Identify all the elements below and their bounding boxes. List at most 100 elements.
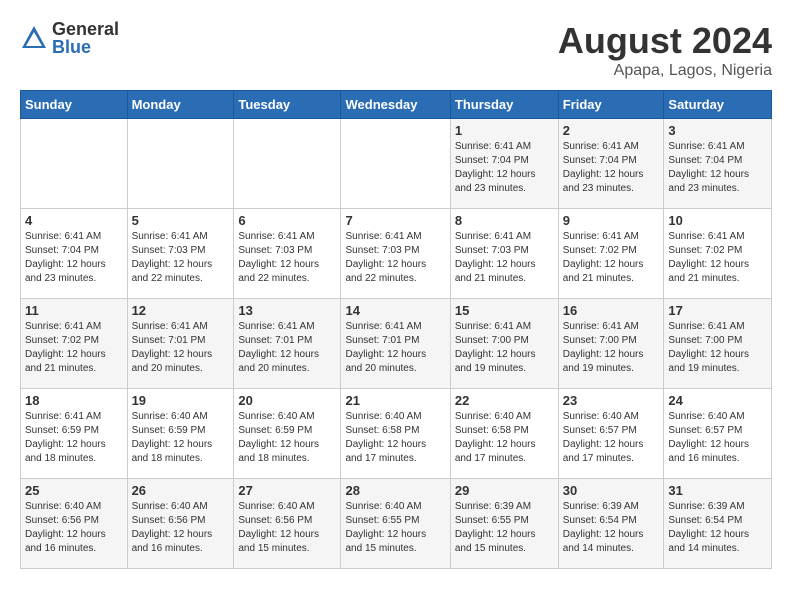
day-number: 30 [563, 483, 660, 498]
cell-info: Sunrise: 6:39 AM Sunset: 6:54 PM Dayligh… [668, 500, 767, 556]
calendar-cell: 17Sunrise: 6:41 AM Sunset: 7:00 PM Dayli… [664, 299, 772, 389]
cell-info: Sunrise: 6:41 AM Sunset: 7:00 PM Dayligh… [455, 320, 554, 376]
cell-info: Sunrise: 6:41 AM Sunset: 7:03 PM Dayligh… [345, 230, 445, 286]
day-number: 7 [345, 213, 445, 228]
day-number: 11 [25, 303, 123, 318]
header-cell-sunday: Sunday [21, 91, 128, 119]
logo-blue: Blue [52, 38, 119, 56]
calendar-cell: 27 Sunrise: 6:40 AM Sunset: 6:56 PM Dayli… [234, 479, 341, 569]
header-cell-monday: Monday [127, 91, 234, 119]
day-number: 2 [563, 123, 660, 138]
calendar-cell: 3Sunrise: 6:41 AM Sunset: 7:04 PM Daylig… [664, 119, 772, 209]
cell-info: Sunrise: 6:41 AM Sunset: 7:04 PM Dayligh… [563, 140, 660, 196]
location: Apapa, Lagos, Nigeria [558, 62, 772, 80]
day-number: 24 [668, 393, 767, 408]
day-number: 31 [668, 483, 767, 498]
day-number: 10 [668, 213, 767, 228]
cell-info: Sunrise: 6:40 AM Sunset: 6:58 PM Dayligh… [455, 410, 554, 466]
calendar-cell: 5Sunrise: 6:41 AM Sunset: 7:03 PM Daylig… [127, 209, 234, 299]
calendar-cell: 1 Sunrise: 6:41 AM Sunset: 7:04 PM Daylig… [450, 119, 558, 209]
day-number: 22 [455, 393, 554, 408]
calendar-cell: 7 Sunrise: 6:41 AM Sunset: 7:03 PM Daylig… [341, 209, 450, 299]
header-cell-saturday: Saturday [664, 91, 772, 119]
calendar-cell: 9 Sunrise: 6:41 AM Sunset: 7:02 PM Daylig… [558, 209, 664, 299]
calendar-cell: 30 Sunrise: 6:39 AM Sunset: 6:54 PM Dayli… [558, 479, 664, 569]
cell-info: Sunrise: 6:40 AM Sunset: 6:56 PM Dayligh… [132, 500, 230, 556]
cell-info: Sunrise: 6:40 AM Sunset: 6:59 PM Dayligh… [132, 410, 230, 466]
day-number: 27 [238, 483, 336, 498]
day-number: 19 [132, 393, 230, 408]
calendar-cell: 22 Sunrise: 6:40 AM Sunset: 6:58 PM Dayli… [450, 389, 558, 479]
calendar-cell: 4 Sunrise: 6:41 AM Sunset: 7:04 PM Daylig… [21, 209, 128, 299]
cell-info: Sunrise: 6:40 AM Sunset: 6:57 PM Dayligh… [668, 410, 767, 466]
logo[interactable]: General Blue [20, 20, 119, 56]
day-number: 25 [25, 483, 123, 498]
cell-info: Sunrise: 6:41 AM Sunset: 7:00 PM Dayligh… [563, 320, 660, 376]
calendar-cell [341, 119, 450, 209]
day-number: 28 [345, 483, 445, 498]
cell-info: Sunrise: 6:40 AM Sunset: 6:56 PM Dayligh… [238, 500, 336, 556]
calendar-cell: 6 Sunrise: 6:41 AM Sunset: 7:03 PM Daylig… [234, 209, 341, 299]
cell-info: Sunrise: 6:41 AM Sunset: 7:04 PM Dayligh… [668, 140, 767, 196]
day-number: 18 [25, 393, 123, 408]
cell-info: Sunrise: 6:41 AM Sunset: 7:04 PM Dayligh… [25, 230, 123, 286]
week-row-3: 11Sunrise: 6:41 AM Sunset: 7:02 PM Dayli… [21, 299, 772, 389]
calendar-cell: 20Sunrise: 6:40 AM Sunset: 6:59 PM Dayli… [234, 389, 341, 479]
day-number: 16 [563, 303, 660, 318]
cell-info: Sunrise: 6:41 AM Sunset: 7:03 PM Dayligh… [455, 230, 554, 286]
calendar-cell: 28Sunrise: 6:40 AM Sunset: 6:55 PM Dayli… [341, 479, 450, 569]
cell-info: Sunrise: 6:41 AM Sunset: 7:03 PM Dayligh… [132, 230, 230, 286]
cell-info: Sunrise: 6:41 AM Sunset: 7:01 PM Dayligh… [238, 320, 336, 376]
cell-info: Sunrise: 6:41 AM Sunset: 7:03 PM Dayligh… [238, 230, 336, 286]
day-number: 20 [238, 393, 336, 408]
calendar-cell: 23 Sunrise: 6:40 AM Sunset: 6:57 PM Dayli… [558, 389, 664, 479]
calendar-cell: 15 Sunrise: 6:41 AM Sunset: 7:00 PM Dayli… [450, 299, 558, 389]
header-cell-wednesday: Wednesday [341, 91, 450, 119]
week-row-5: 25 Sunrise: 6:40 AM Sunset: 6:56 PM Dayli… [21, 479, 772, 569]
cell-info: Sunrise: 6:41 AM Sunset: 6:59 PM Dayligh… [25, 410, 123, 466]
week-row-2: 4 Sunrise: 6:41 AM Sunset: 7:04 PM Daylig… [21, 209, 772, 299]
calendar-cell: 18 Sunrise: 6:41 AM Sunset: 6:59 PM Dayli… [21, 389, 128, 479]
day-number: 9 [563, 213, 660, 228]
calendar-header: SundayMondayTuesdayWednesdayThursdayFrid… [21, 91, 772, 119]
day-number: 1 [455, 123, 554, 138]
week-row-1: 1 Sunrise: 6:41 AM Sunset: 7:04 PM Daylig… [21, 119, 772, 209]
header-row: SundayMondayTuesdayWednesdayThursdayFrid… [21, 91, 772, 119]
day-number: 12 [132, 303, 230, 318]
cell-info: Sunrise: 6:39 AM Sunset: 6:54 PM Dayligh… [563, 500, 660, 556]
calendar-cell: 26Sunrise: 6:40 AM Sunset: 6:56 PM Dayli… [127, 479, 234, 569]
day-number: 21 [345, 393, 445, 408]
logo-text: General Blue [52, 20, 119, 56]
day-number: 4 [25, 213, 123, 228]
cell-info: Sunrise: 6:40 AM Sunset: 6:58 PM Dayligh… [345, 410, 445, 466]
title-block: August 2024 Apapa, Lagos, Nigeria [558, 20, 772, 80]
header-cell-thursday: Thursday [450, 91, 558, 119]
day-number: 6 [238, 213, 336, 228]
cell-info: Sunrise: 6:40 AM Sunset: 6:57 PM Dayligh… [563, 410, 660, 466]
calendar-cell: 24 Sunrise: 6:40 AM Sunset: 6:57 PM Dayli… [664, 389, 772, 479]
day-number: 14 [345, 303, 445, 318]
cell-info: Sunrise: 6:39 AM Sunset: 6:55 PM Dayligh… [455, 500, 554, 556]
day-number: 8 [455, 213, 554, 228]
calendar-cell: 11Sunrise: 6:41 AM Sunset: 7:02 PM Dayli… [21, 299, 128, 389]
cell-info: Sunrise: 6:41 AM Sunset: 7:01 PM Dayligh… [345, 320, 445, 376]
day-number: 17 [668, 303, 767, 318]
cell-info: Sunrise: 6:41 AM Sunset: 7:02 PM Dayligh… [563, 230, 660, 286]
week-row-4: 18 Sunrise: 6:41 AM Sunset: 6:59 PM Dayli… [21, 389, 772, 479]
header-cell-tuesday: Tuesday [234, 91, 341, 119]
calendar-cell: 31 Sunrise: 6:39 AM Sunset: 6:54 PM Dayli… [664, 479, 772, 569]
cell-info: Sunrise: 6:41 AM Sunset: 7:04 PM Dayligh… [455, 140, 554, 196]
cell-info: Sunrise: 6:41 AM Sunset: 7:01 PM Dayligh… [132, 320, 230, 376]
calendar-cell: 8 Sunrise: 6:41 AM Sunset: 7:03 PM Daylig… [450, 209, 558, 299]
calendar-table: SundayMondayTuesdayWednesdayThursdayFrid… [20, 90, 772, 569]
logo-general: General [52, 20, 119, 38]
page-header: General Blue August 2024 Apapa, Lagos, N… [20, 20, 772, 80]
day-number: 13 [238, 303, 336, 318]
month-year: August 2024 [558, 20, 772, 62]
calendar-cell: 2 Sunrise: 6:41 AM Sunset: 7:04 PM Daylig… [558, 119, 664, 209]
day-number: 29 [455, 483, 554, 498]
calendar-body: 1 Sunrise: 6:41 AM Sunset: 7:04 PM Daylig… [21, 119, 772, 569]
day-number: 15 [455, 303, 554, 318]
day-number: 23 [563, 393, 660, 408]
calendar-cell [127, 119, 234, 209]
